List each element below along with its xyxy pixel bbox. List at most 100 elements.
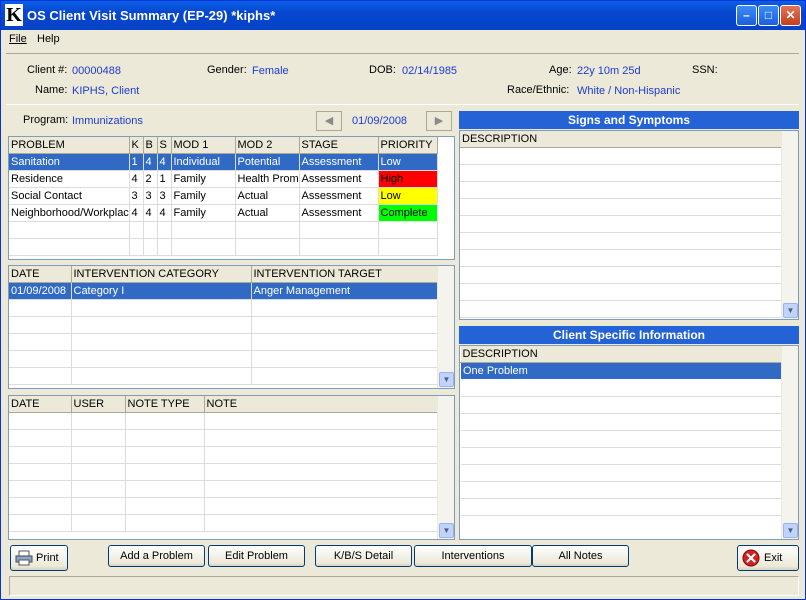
empty-row xyxy=(460,379,782,397)
mod1-cell: Family xyxy=(171,204,236,222)
client-info-grid[interactable]: DESCRIPTION One Problem ▼ xyxy=(459,345,799,540)
menu-file[interactable]: File xyxy=(9,33,27,45)
client-info-title: Client Specific Information xyxy=(459,326,799,344)
col-note[interactable]: NOTE xyxy=(204,396,438,413)
col-intervention-target[interactable]: INTERVENTION TARGET xyxy=(251,266,438,283)
col-mod2[interactable]: MOD 2 xyxy=(235,137,300,154)
interventions-grid[interactable]: DATE INTERVENTION CATEGORY INTERVENTION … xyxy=(8,265,455,389)
notes-header-row: DATE USER NOTE TYPE NOTE xyxy=(9,396,438,413)
kbs-detail-button[interactable]: K/B/S Detail xyxy=(315,545,412,567)
k-cell: 1 xyxy=(129,153,144,171)
printer-icon xyxy=(15,550,33,566)
b-cell: 3 xyxy=(143,187,158,205)
intervention-row[interactable]: 01/09/2008 Category I Anger Management xyxy=(9,282,438,300)
client-info-row[interactable]: One Problem xyxy=(460,361,782,380)
notes-scrollbar[interactable]: ▼ xyxy=(437,396,454,539)
k-cell: 3 xyxy=(129,187,144,205)
empty-row xyxy=(9,333,438,351)
signs-symptoms-grid[interactable]: DESCRIPTION ▼ xyxy=(459,130,799,320)
empty-row xyxy=(9,463,438,481)
problem-row[interactable]: Social Contact 3 3 3 Family Actual Asses… xyxy=(9,187,438,205)
problem-cell: Neighborhood/Workplace xyxy=(9,204,130,222)
col-priority[interactable]: PRIORITY xyxy=(378,137,438,154)
empty-row xyxy=(460,447,782,465)
signs-scrollbar[interactable]: ▼ xyxy=(781,131,798,319)
problems-grid[interactable]: PROBLEM K B S MOD 1 MOD 2 STAGE PRIORITY… xyxy=(8,136,455,260)
maximize-button[interactable]: □ xyxy=(758,5,779,26)
empty-row xyxy=(460,266,782,284)
empty-row xyxy=(9,221,438,239)
empty-row xyxy=(9,299,438,317)
mod2-cell: Health Promotion xyxy=(235,170,300,188)
exit-label: Exit xyxy=(764,552,783,564)
target-cell: Anger Management xyxy=(251,282,438,300)
visit-date: 01/09/2008 xyxy=(352,115,408,127)
menu-bar: File Help xyxy=(1,30,805,49)
col-intervention-category[interactable]: INTERVENTION CATEGORY xyxy=(71,266,252,283)
col-description[interactable]: DESCRIPTION xyxy=(460,131,782,148)
col-date[interactable]: DATE xyxy=(9,266,72,283)
race-label: Race/Ethnic: xyxy=(507,84,570,96)
priority-cell: Complete xyxy=(378,204,438,222)
program-value: Immunizations xyxy=(72,115,143,127)
close-button[interactable]: ✕ xyxy=(780,5,801,26)
client-info-header-row: DESCRIPTION xyxy=(460,346,782,363)
signs-header-row: DESCRIPTION xyxy=(460,131,782,148)
empty-row xyxy=(460,464,782,482)
client-no-value: 00000488 xyxy=(72,65,121,77)
exit-button[interactable]: Exit xyxy=(737,545,799,571)
problem-row[interactable]: Neighborhood/Workplace 4 4 4 Family Actu… xyxy=(9,204,438,222)
mod1-cell: Family xyxy=(171,187,236,205)
col-s[interactable]: S xyxy=(157,137,172,154)
gender-label: Gender: xyxy=(207,64,247,76)
scroll-down-arrow-icon[interactable]: ▼ xyxy=(783,523,798,538)
next-date-button[interactable]: ▶ xyxy=(426,111,452,131)
stage-cell: Assessment xyxy=(299,204,379,222)
client-info-scrollbar[interactable]: ▼ xyxy=(781,346,798,539)
priority-cell: Low xyxy=(378,187,438,205)
scroll-down-arrow-icon[interactable]: ▼ xyxy=(783,303,798,318)
scroll-down-arrow-icon[interactable]: ▼ xyxy=(439,372,454,387)
prev-date-button[interactable]: ◀ xyxy=(316,111,342,131)
col-description[interactable]: DESCRIPTION xyxy=(460,346,782,363)
interventions-scrollbar[interactable]: ▼ xyxy=(437,266,454,388)
all-notes-button[interactable]: All Notes xyxy=(532,545,629,567)
description-cell: One Problem xyxy=(460,361,782,380)
print-button[interactable]: Print xyxy=(10,545,68,571)
col-k[interactable]: K xyxy=(129,137,144,154)
problem-cell: Residence xyxy=(9,170,130,188)
col-stage[interactable]: STAGE xyxy=(299,137,379,154)
col-mod1[interactable]: MOD 1 xyxy=(171,137,236,154)
add-problem-button[interactable]: Add a Problem xyxy=(108,545,205,567)
b-cell: 4 xyxy=(143,204,158,222)
problem-row[interactable]: Residence 4 2 1 Family Health Promotion … xyxy=(9,170,438,188)
col-problem[interactable]: PROBLEM xyxy=(9,137,130,154)
program-label: Program: xyxy=(23,114,69,126)
col-user[interactable]: USER xyxy=(71,396,126,413)
dob-label: DOB: xyxy=(369,64,396,76)
empty-row xyxy=(460,300,782,318)
interventions-header-row: DATE INTERVENTION CATEGORY INTERVENTION … xyxy=(9,266,438,283)
empty-row xyxy=(460,396,782,414)
menu-help[interactable]: Help xyxy=(37,33,60,45)
client-no-label: Client #: xyxy=(27,64,68,76)
s-cell: 3 xyxy=(157,187,172,205)
mod1-cell: Individual xyxy=(171,153,236,171)
col-b[interactable]: B xyxy=(143,137,158,154)
notes-grid[interactable]: DATE USER NOTE TYPE NOTE ▼ xyxy=(8,395,455,540)
exit-icon xyxy=(742,549,760,567)
minimize-button[interactable]: – xyxy=(736,5,757,26)
s-cell: 4 xyxy=(157,153,172,171)
col-note-date[interactable]: DATE xyxy=(9,396,72,413)
interventions-button[interactable]: Interventions xyxy=(414,545,532,567)
scroll-down-arrow-icon[interactable]: ▼ xyxy=(439,523,454,538)
problem-row[interactable]: Sanitation 1 4 4 Individual Potential As… xyxy=(9,153,438,171)
edit-problem-button[interactable]: Edit Problem xyxy=(208,545,305,567)
empty-row xyxy=(460,198,782,216)
empty-row xyxy=(9,480,438,498)
name-value: KIPHS, Client xyxy=(72,85,140,97)
mod2-cell: Potential xyxy=(235,153,300,171)
col-note-type[interactable]: NOTE TYPE xyxy=(125,396,205,413)
gender-value: Female xyxy=(252,65,289,77)
problem-cell: Social Contact xyxy=(9,187,130,205)
